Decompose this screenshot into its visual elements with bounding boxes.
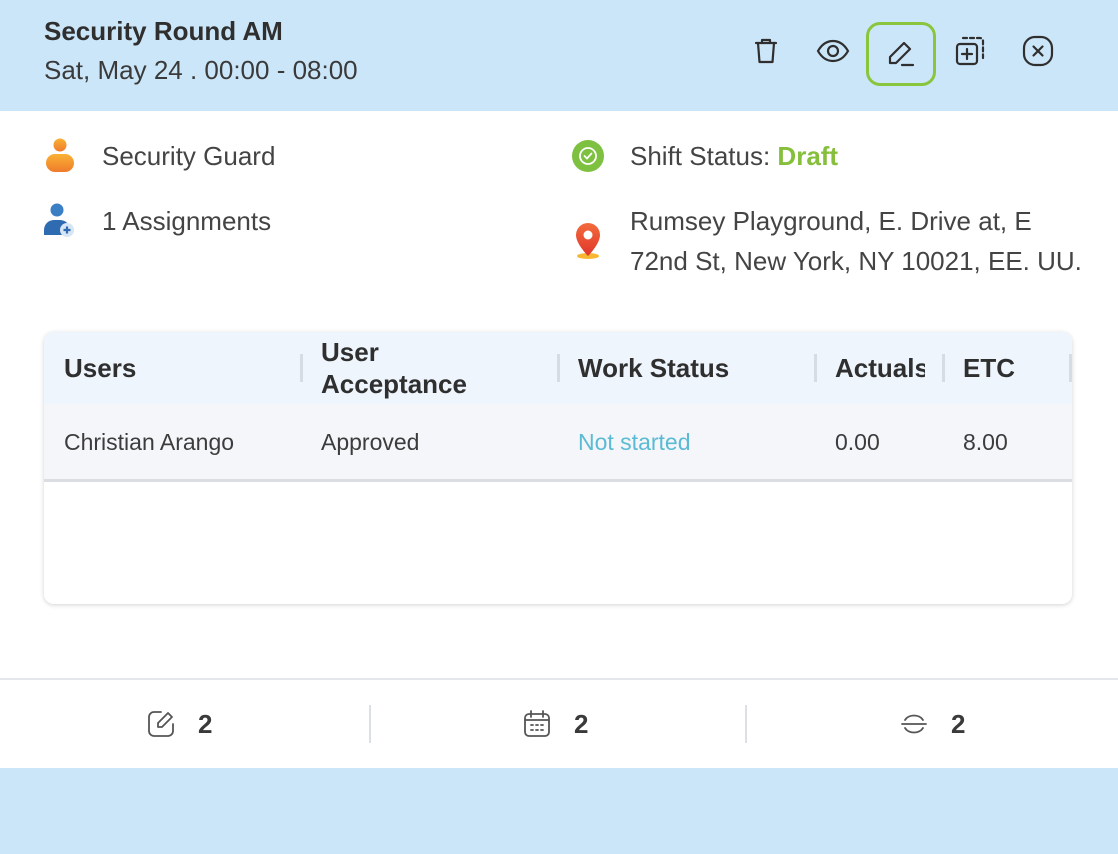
notes-count-value: 2 xyxy=(198,708,213,739)
cell-actuals: 0.00 xyxy=(835,428,880,455)
column-header-work-status[interactable]: Work Status xyxy=(578,332,808,404)
strikethrough-count[interactable]: 2 xyxy=(899,702,965,746)
footer-separator xyxy=(745,705,747,743)
column-header-users[interactable]: Users xyxy=(64,332,294,404)
cell-etc: 8.00 xyxy=(963,428,1008,455)
trash-icon xyxy=(754,38,778,64)
check-circle-icon xyxy=(571,136,605,176)
column-header-etc[interactable]: ETC xyxy=(963,332,1053,404)
shift-status-value: Draft xyxy=(777,141,839,171)
duplicate-icon xyxy=(955,36,985,66)
notes-count[interactable]: 2 xyxy=(146,702,212,746)
strikethrough-icon xyxy=(901,714,927,734)
footer-divider xyxy=(0,678,1118,680)
close-button[interactable] xyxy=(1011,24,1065,78)
eye-icon xyxy=(816,39,850,63)
cell-user: Christian Arango xyxy=(64,428,235,455)
shift-title: Security Round AM xyxy=(44,16,283,46)
footer-separator xyxy=(369,705,371,743)
shift-status-label: Shift Status: xyxy=(630,141,771,171)
user-add-icon xyxy=(43,201,77,241)
calendar-icon xyxy=(524,710,550,737)
shift-status-row: Shift Status: Draft xyxy=(571,136,838,176)
strikethrough-count-value: 2 xyxy=(951,708,966,739)
location-pin-icon xyxy=(571,221,605,261)
role-label: Security Guard xyxy=(102,141,276,171)
cell-acceptance: Approved xyxy=(321,428,420,455)
duplicate-button[interactable] xyxy=(943,24,997,78)
column-resize-handle[interactable] xyxy=(942,354,945,382)
location-address: Rumsey Playground, E. Drive at, E 72nd S… xyxy=(630,201,1082,281)
column-header-actuals[interactable]: Actuals xyxy=(835,332,925,404)
address-line-1: Rumsey Playground, E. Drive at, E xyxy=(630,206,1032,236)
close-circle-icon xyxy=(1022,35,1054,67)
edit-button[interactable] xyxy=(866,22,936,86)
address-line-2: 72nd St, New York, NY 10021, EE. UU. xyxy=(630,246,1082,276)
cell-work-status[interactable]: Not started xyxy=(578,404,691,480)
preview-button[interactable] xyxy=(806,24,860,78)
delete-button[interactable] xyxy=(739,24,793,78)
shift-header: Security Round AM Sat, May 24 . 00:00 - … xyxy=(0,0,1118,111)
location-row: Rumsey Playground, E. Drive at, E 72nd S… xyxy=(571,201,1082,281)
assignments-label: 1 Assignments xyxy=(102,206,272,236)
role-row: Security Guard xyxy=(43,136,275,176)
table-row[interactable]: Christian Arango Approved Not started 0.… xyxy=(44,404,1072,482)
shift-date-time: Sat, May 24 . 00:00 - 08:00 xyxy=(44,55,358,85)
shift-status-text: Shift Status: Draft xyxy=(630,136,838,176)
table-header: Users User Acceptance Work Status Actual… xyxy=(44,332,1072,404)
edit-note-icon xyxy=(148,711,174,737)
assignments-table: Users User Acceptance Work Status Actual… xyxy=(44,332,1072,604)
calendar-count[interactable]: 2 xyxy=(522,702,588,746)
column-header-user-acceptance[interactable]: User Acceptance xyxy=(321,332,521,404)
edit-pencil-icon xyxy=(888,41,915,67)
assignments-row: 1 Assignments xyxy=(43,201,271,241)
column-resize-handle[interactable] xyxy=(814,354,817,382)
bottom-bar xyxy=(0,768,1118,854)
column-resize-handle[interactable] xyxy=(557,354,560,382)
column-resize-handle[interactable] xyxy=(300,354,303,382)
person-icon xyxy=(43,136,77,176)
column-resize-handle[interactable] xyxy=(1069,354,1072,382)
calendar-count-value: 2 xyxy=(574,708,589,739)
